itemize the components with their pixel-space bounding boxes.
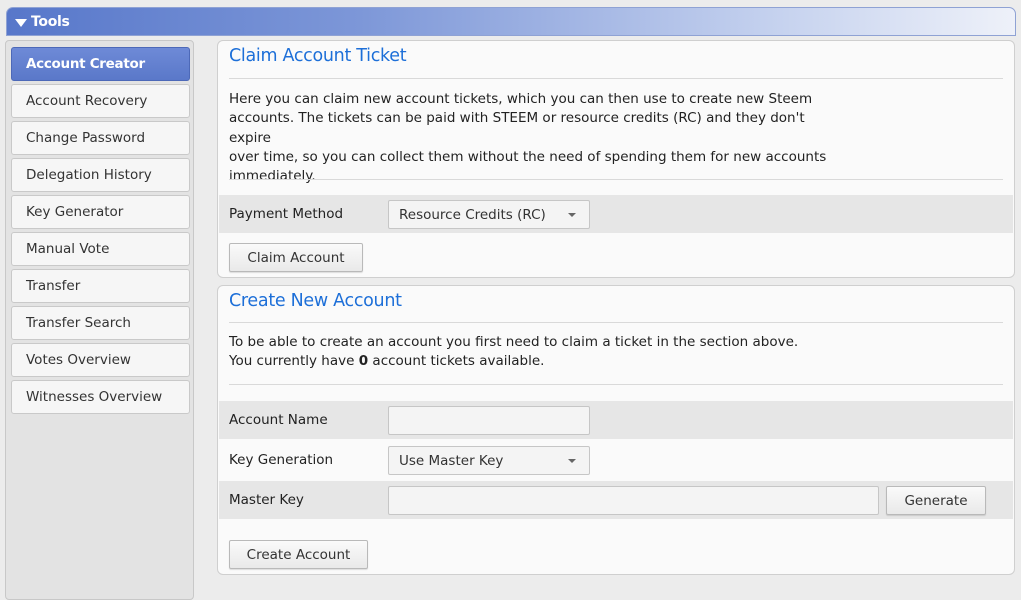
- generate-button[interactable]: Generate: [886, 486, 986, 515]
- chevron-down-icon: [568, 459, 576, 463]
- ticket-suffix-text: account tickets available.: [368, 353, 545, 370]
- create-account-panel: Create New Account To be able to create …: [217, 285, 1015, 575]
- claim-description-line: accounts. The tickets can be paid with S…: [229, 110, 805, 146]
- claim-description-line: immediately.: [229, 168, 316, 185]
- sidebar-item-account-creator[interactable]: Account Creator: [11, 47, 190, 81]
- claim-account-button[interactable]: Claim Account: [229, 243, 363, 272]
- claim-ticket-panel: Claim Account Ticket Here you can claim …: [217, 40, 1015, 278]
- key-generation-value: Use Master Key: [399, 452, 504, 469]
- ticket-prefix-text: You currently have: [229, 353, 359, 370]
- ticket-count: 0: [358, 353, 369, 370]
- sidebar-item-transfer-search[interactable]: Transfer Search: [11, 306, 190, 340]
- key-generation-select[interactable]: Use Master Key: [388, 446, 590, 475]
- payment-method-select[interactable]: Resource Credits (RC): [388, 200, 590, 229]
- payment-method-row: Payment Method Resource Credits (RC): [219, 195, 1013, 233]
- sidebar-item-witnesses-overview[interactable]: Witnesses Overview: [11, 380, 190, 414]
- create-account-title: Create New Account: [229, 291, 402, 311]
- title-divider: [229, 78, 1003, 79]
- key-generation-label: Key Generation: [229, 452, 334, 468]
- claim-description-line: Here you can claim new account tickets, …: [229, 91, 813, 107]
- sidebar-item-manual-vote[interactable]: Manual Vote: [11, 232, 190, 266]
- account-name-row: Account Name: [219, 401, 1013, 439]
- sidebar-item-account-recovery[interactable]: Account Recovery: [11, 84, 190, 118]
- sidebar-item-transfer[interactable]: Transfer: [11, 269, 190, 303]
- create-account-button[interactable]: Create Account: [229, 540, 368, 569]
- sidebar-item-change-password[interactable]: Change Password: [11, 121, 190, 155]
- master-key-row: Master Key Generate: [219, 481, 1013, 519]
- create-description: To be able to create an account you firs…: [229, 333, 929, 372]
- sidebar: Account Creator Account Recovery Change …: [5, 40, 194, 600]
- collapse-triangle-icon: [15, 18, 27, 27]
- ticket-availability-line: You currently have 0 account tickets ava…: [229, 352, 929, 371]
- account-name-input[interactable]: [388, 406, 590, 435]
- account-name-label: Account Name: [229, 412, 328, 428]
- claim-description-line: over time, so you can collect them witho…: [229, 148, 827, 165]
- key-generation-row: Key Generation Use Master Key: [219, 441, 1013, 479]
- claim-ticket-title: Claim Account Ticket: [229, 46, 407, 66]
- create-description-line: To be able to create an account you firs…: [229, 334, 799, 350]
- master-key-label: Master Key: [229, 492, 304, 508]
- tools-title: Tools: [31, 13, 70, 30]
- description-divider: [229, 384, 1003, 385]
- chevron-down-icon: [568, 213, 576, 217]
- claim-description: Here you can claim new account tickets, …: [229, 90, 849, 186]
- title-divider: [229, 322, 1003, 323]
- sidebar-item-key-generator[interactable]: Key Generator: [11, 195, 190, 229]
- sidebar-item-delegation-history[interactable]: Delegation History: [11, 158, 190, 192]
- tools-header[interactable]: Tools: [6, 7, 1016, 36]
- master-key-input[interactable]: [388, 486, 879, 515]
- description-divider: [229, 179, 1003, 180]
- payment-method-value: Resource Credits (RC): [399, 206, 546, 223]
- sidebar-item-votes-overview[interactable]: Votes Overview: [11, 343, 190, 377]
- payment-method-label: Payment Method: [229, 206, 344, 222]
